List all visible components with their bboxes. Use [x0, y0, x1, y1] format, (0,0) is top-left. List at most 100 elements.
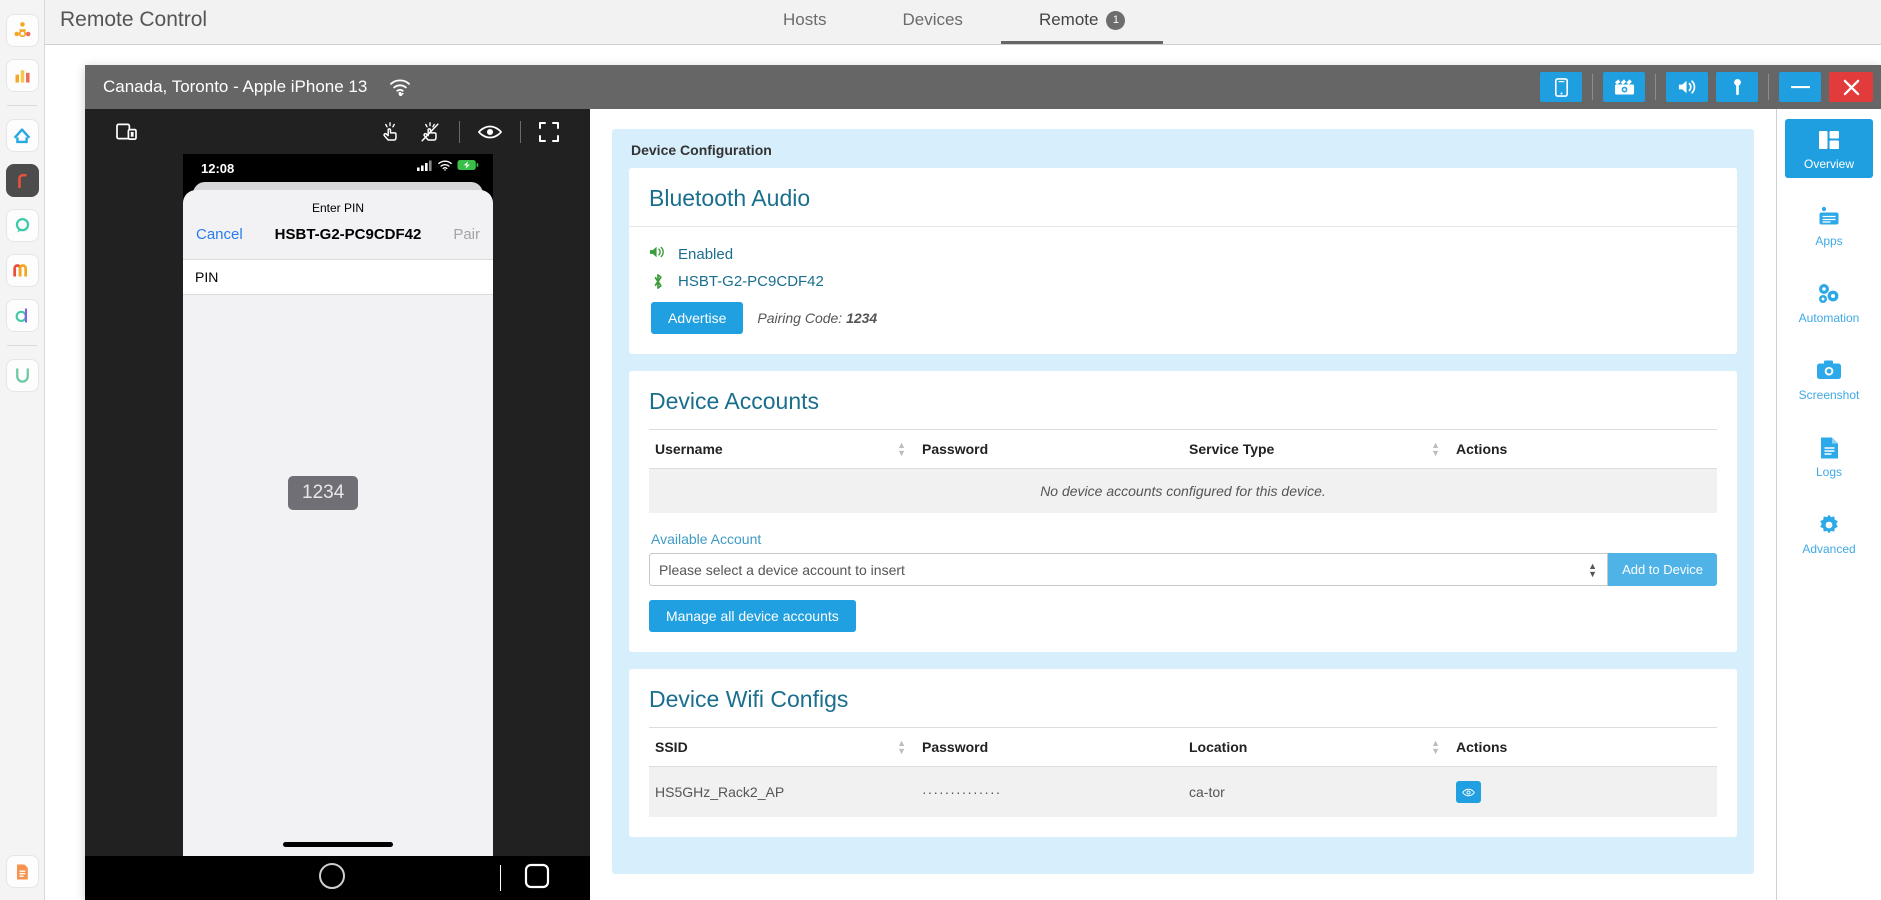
phone-view-button[interactable] [1540, 72, 1582, 102]
home-circle-icon[interactable] [318, 862, 346, 895]
sort-arrows-icon[interactable]: ▲ ▼ [897, 739, 906, 756]
device-configuration-legend: Device Configuration [631, 142, 772, 158]
tap-hand-disabled-icon[interactable] [419, 121, 441, 143]
table-header-row: SSID ▲ ▼ Password Location ▲ ▼ Actions [649, 727, 1717, 767]
menu-item-automation[interactable]: Automation [1785, 273, 1873, 332]
pairing-code: Pairing Code: 1234 [757, 310, 877, 326]
remote-device-window: Canada, Toronto - Apple iPhone 13 12:08 … [85, 65, 1881, 900]
available-account-select[interactable]: Please select a device account to insert… [649, 553, 1609, 586]
reveal-password-button[interactable] [1456, 781, 1481, 803]
col-username-label: Username [655, 441, 723, 457]
r-app-icon[interactable] [5, 164, 39, 197]
tab-hosts-label: Hosts [783, 10, 827, 29]
col-password: Password [916, 429, 1183, 469]
bluetooth-device-name: HSBT-G2-PC9CDF42 [678, 273, 824, 290]
phone-status-bar: 12:08 [183, 154, 493, 182]
tap-hand-icon[interactable] [379, 121, 401, 143]
device-accounts-body: Username ▲ ▼ Password Service Type ▲ ▼ A… [629, 429, 1737, 652]
p-app-icon[interactable] [5, 209, 39, 242]
u-app-icon[interactable] [5, 359, 39, 392]
pin-dialog: Enter PIN Cancel HSBT-G2-PC9CDF42 Pair P… [183, 190, 493, 856]
expand-icon[interactable] [539, 121, 559, 142]
pin-input-row[interactable]: PIN [183, 259, 493, 295]
pin-dialog-title: Enter PIN [311, 201, 365, 215]
menu-item-automation-label: Automation [1798, 311, 1860, 325]
col-actions-label: Actions [1456, 441, 1508, 457]
device-screen-icon[interactable] [116, 122, 137, 141]
col-username[interactable]: Username ▲ ▼ [649, 429, 916, 469]
speaker-button[interactable] [1666, 72, 1708, 102]
device-wifi-configs-card: Device Wifi Configs SSID ▲ ▼ Password Lo… [629, 669, 1737, 837]
video-record-button[interactable] [1603, 72, 1645, 102]
toolbar-divider-1 [459, 120, 460, 143]
bluetooth-enabled-label: Enabled [678, 246, 734, 263]
d-app-icon[interactable] [5, 299, 39, 332]
device-wifi-configs-title: Device Wifi Configs [649, 686, 849, 712]
tab-remote-badge: 1 [1106, 10, 1126, 30]
pin-pair-button[interactable]: Pair [453, 226, 480, 243]
menu-item-logs[interactable]: Logs [1785, 427, 1873, 486]
manage-all-device-accounts-button[interactable]: Manage all device accounts [649, 600, 856, 632]
col-actions: Actions [1450, 429, 1717, 469]
col-location[interactable]: Location ▲ ▼ [1183, 727, 1450, 767]
menu-item-apps[interactable]: Apps [1785, 196, 1873, 255]
col-ssid-label: SSID [655, 739, 688, 755]
close-button[interactable] [1829, 72, 1873, 102]
m-app-icon[interactable] [5, 254, 39, 287]
pin-input-label: PIN [195, 269, 219, 285]
cell-ssid: HS5GHz_Rack2_AP [649, 766, 916, 817]
tab-devices[interactable]: Devices [864, 10, 1000, 44]
minimize-button[interactable] [1779, 72, 1821, 102]
menu-item-overview[interactable]: Overview [1785, 119, 1873, 178]
microphone-button[interactable] [1716, 72, 1758, 102]
tab-hosts[interactable]: Hosts [745, 10, 864, 44]
analytics-app-icon[interactable] [5, 59, 39, 92]
speaker-icon [649, 245, 666, 264]
device-accounts-table: Username ▲ ▼ Password Service Type ▲ ▼ A… [649, 429, 1717, 513]
phone-screen[interactable]: 12:08 Enter PIN Cancel HSBT-G2-PC9CDF42 … [183, 154, 493, 856]
cell-wifi-actions [1450, 766, 1717, 817]
top-bar: Remote Control Hosts Devices Remote 1 [45, 0, 1881, 45]
menu-item-advanced[interactable]: Advanced [1785, 504, 1873, 563]
team-app-icon[interactable] [5, 14, 39, 47]
rail-divider [7, 105, 37, 106]
main-tabs: Hosts Devices Remote 1 [745, 0, 1164, 44]
tab-remote-label: Remote [1038, 10, 1099, 29]
col-location-label: Location [1189, 739, 1248, 755]
col-ssid[interactable]: SSID ▲ ▼ [649, 727, 916, 767]
sort-arrows-icon[interactable]: ▲ ▼ [897, 441, 906, 458]
device-configuration-pane: Device Configuration Bluetooth Audio Ena… [590, 109, 1776, 900]
table-header-row: Username ▲ ▼ Password Service Type ▲ ▼ A… [649, 429, 1717, 469]
home-app-icon[interactable] [5, 119, 39, 152]
titlebar-divider-1 [1592, 74, 1593, 100]
col-wifi-password: Password [916, 727, 1183, 767]
pairing-code-label: Pairing Code: [757, 310, 843, 326]
menu-item-screenshot[interactable]: Screenshot [1785, 350, 1873, 409]
toolbar-divider-2 [520, 120, 521, 143]
tab-remote[interactable]: Remote 1 [1000, 10, 1164, 44]
pin-cancel-button[interactable]: Cancel [196, 226, 243, 243]
sort-arrows-icon[interactable]: ▲ ▼ [1431, 739, 1440, 756]
add-to-device-button[interactable]: Add to Device [1608, 553, 1717, 586]
advertise-row: Advertise Pairing Code: 1234 [651, 302, 1717, 334]
wifi-check-icon [389, 78, 411, 96]
wifi-icon [438, 160, 452, 171]
menu-item-advanced-label: Advanced [1802, 542, 1856, 556]
window-device-name: Canada, Toronto - Apple iPhone 13 [103, 77, 368, 96]
pairing-code-value: 1234 [846, 310, 878, 326]
nav-divider [500, 865, 501, 891]
window-title-buttons [1536, 72, 1881, 102]
advertise-button[interactable]: Advertise [651, 302, 744, 334]
col-service-type[interactable]: Service Type ▲ ▼ [1183, 429, 1450, 469]
phone-preview-pane: 12:08 Enter PIN Cancel HSBT-G2-PC9CDF42 … [85, 109, 590, 900]
gear-icon [1785, 513, 1873, 537]
gears-icon [1785, 282, 1873, 306]
eye-icon[interactable] [478, 124, 502, 140]
available-account-value: Please select a device account to insert [659, 561, 905, 578]
sort-arrows-icon[interactable]: ▲ ▼ [1431, 441, 1440, 458]
document-app-icon[interactable] [5, 855, 39, 888]
square-icon[interactable] [524, 863, 550, 894]
menu-item-screenshot-label: Screenshot [1798, 388, 1860, 402]
phone-toolbar [85, 109, 590, 154]
col-password-label: Password [922, 441, 989, 457]
